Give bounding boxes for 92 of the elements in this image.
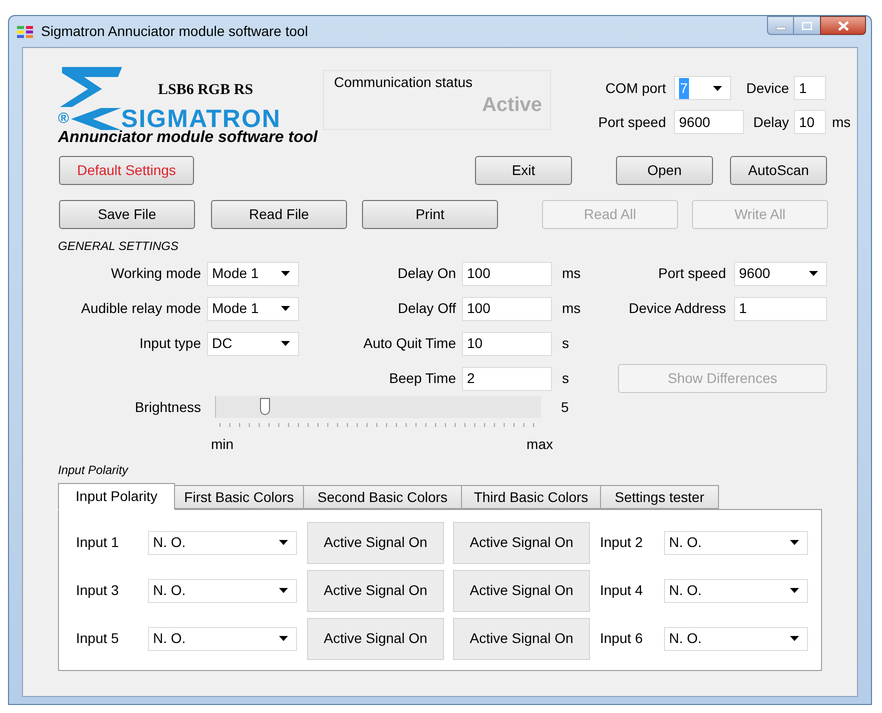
field-label: Delay: [753, 112, 789, 132]
input-field[interactable]: 9600: [674, 110, 744, 134]
registered-mark: ®: [58, 108, 70, 129]
input-field[interactable]: 2: [462, 366, 552, 390]
tab[interactable]: Third Basic Colors: [461, 485, 601, 509]
unit-label: s: [562, 370, 569, 386]
slider-value: 5: [561, 398, 569, 416]
min-label: min: [211, 435, 234, 454]
button[interactable]: Print: [362, 200, 498, 229]
field-label: Audible relay mode: [81, 299, 201, 318]
caret-icon: [281, 341, 290, 346]
status-label: Communication status: [334, 73, 473, 92]
slider-track[interactable]: [215, 396, 541, 418]
minimize-button[interactable]: [767, 16, 794, 35]
tab[interactable]: Second Basic Colors: [303, 485, 462, 509]
dropdown[interactable]: Mode 1: [207, 296, 299, 320]
button[interactable]: Exit: [475, 156, 572, 185]
input-field[interactable]: 100: [462, 296, 552, 320]
input-label: Input 5: [76, 630, 119, 646]
input-field[interactable]: 1: [794, 76, 826, 100]
signal-button[interactable]: Active Signal On: [307, 618, 444, 660]
dropdown[interactable]: N. O.: [148, 578, 297, 602]
max-label: max: [526, 435, 553, 454]
caret-icon: [790, 636, 799, 641]
caret-icon: [713, 86, 722, 90]
status-value: Active: [482, 93, 542, 117]
dropdown[interactable]: N. O.: [664, 626, 808, 650]
field-label: COM port: [605, 78, 666, 98]
button[interactable]: Read File: [211, 200, 347, 229]
button[interactable]: Open: [616, 156, 713, 185]
input-field[interactable]: 10: [794, 110, 826, 134]
window-title: Sigmatron Annuciator module software tool: [41, 22, 308, 41]
signal-button[interactable]: Active Signal On: [307, 522, 444, 564]
close-button[interactable]: [820, 16, 866, 35]
field-label: Working mode: [110, 264, 201, 283]
tab[interactable]: Settings tester: [600, 485, 719, 509]
field-label: Device Address: [628, 299, 726, 318]
caret-icon: [281, 306, 290, 311]
field-label: Brightness: [134, 398, 201, 417]
caret-icon: [279, 636, 288, 641]
dropdown[interactable]: N. O.: [148, 530, 297, 554]
subtitle: Annunciator module software tool: [58, 129, 318, 146]
input-field[interactable]: 10: [462, 332, 552, 356]
signal-button[interactable]: Active Signal On: [307, 570, 444, 612]
dropdown[interactable]: N. O.: [148, 626, 297, 650]
signal-button[interactable]: Active Signal On: [453, 618, 590, 660]
tab[interactable]: Input Polarity: [58, 483, 175, 510]
signal-button[interactable]: Active Signal On: [453, 522, 590, 564]
signal-button[interactable]: Active Signal On: [453, 570, 590, 612]
input-field[interactable]: 1: [734, 296, 827, 320]
product-name: LSB6 RGB RS: [158, 81, 254, 100]
dropdown[interactable]: DC: [207, 332, 299, 356]
caret-icon: [281, 271, 290, 276]
field-label: Auto Quit Time: [363, 334, 456, 353]
dropdown[interactable]: N. O.: [664, 530, 808, 554]
app-icon: [17, 26, 33, 38]
input-label: Input 3: [76, 582, 119, 598]
field-label: Port speed: [658, 264, 726, 283]
input-label: Input 2: [600, 534, 643, 550]
caret-icon: [279, 540, 288, 545]
input-label: Input 6: [600, 630, 643, 646]
maximize-button[interactable]: [794, 16, 820, 35]
field-label: Device: [746, 78, 789, 98]
unit-label: ms: [562, 265, 581, 281]
dropdown[interactable]: N. O.: [664, 578, 808, 602]
input-label: Input 4: [600, 582, 643, 598]
button[interactable]: AutoScan: [730, 156, 827, 185]
field-label: Beep Time: [389, 369, 456, 388]
section-title: Input Polarity: [58, 462, 128, 479]
field-label: Input type: [140, 334, 201, 353]
section-title: GENERAL SETTINGS: [58, 238, 178, 255]
input-field[interactable]: 100: [462, 262, 552, 286]
input-label: Input 1: [76, 534, 119, 550]
button[interactable]: Default Settings: [59, 156, 194, 185]
close-icon: [838, 20, 848, 30]
unit-label: ms: [562, 300, 581, 316]
field-label: Delay On: [398, 264, 456, 283]
caret-icon: [790, 540, 799, 545]
maximize-icon: [802, 22, 812, 30]
button[interactable]: Save File: [59, 200, 195, 229]
minimize-icon: [776, 27, 786, 30]
field-label: Delay Off: [398, 299, 456, 318]
caret-icon: [809, 271, 818, 276]
caret-icon: [279, 588, 288, 593]
field-label: Port speed: [598, 112, 666, 132]
tab[interactable]: First Basic Colors: [174, 485, 304, 509]
caret-icon: [790, 588, 799, 593]
dropdown[interactable]: Mode 1: [207, 262, 299, 286]
unit-label: ms: [832, 112, 851, 132]
dropdown[interactable]: 9600: [734, 262, 827, 286]
slider-thumb[interactable]: [260, 398, 270, 415]
unit-label: s: [562, 335, 569, 351]
